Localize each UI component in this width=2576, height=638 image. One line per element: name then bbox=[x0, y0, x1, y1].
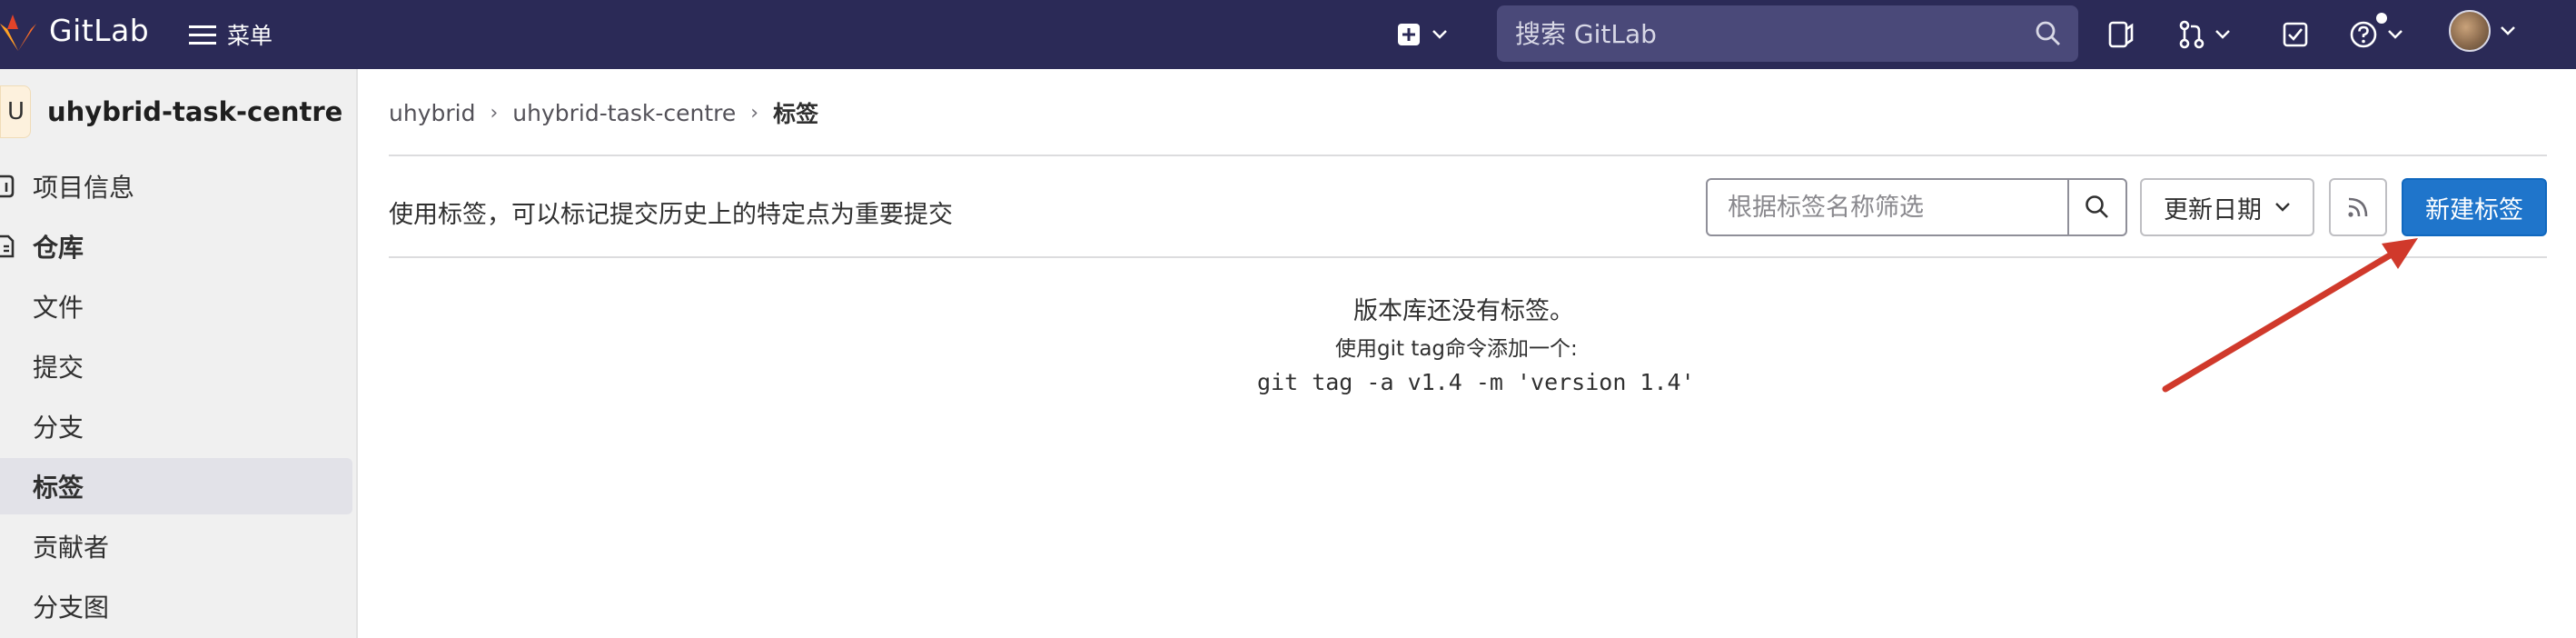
plus-square-icon bbox=[1398, 24, 1420, 45]
chevron-right-icon: › bbox=[490, 101, 499, 125]
annotation-arrow-icon bbox=[2162, 238, 2418, 393]
sort-dropdown[interactable]: 更新日期 bbox=[2140, 178, 2314, 236]
sidebar-item-files[interactable]: 文件 bbox=[0, 278, 352, 334]
info-icon bbox=[0, 174, 15, 198]
repository-icon bbox=[0, 234, 15, 258]
sidebar-item-label: 分支 bbox=[33, 413, 84, 443]
sidebar-item-commits[interactable]: 提交 bbox=[0, 338, 352, 394]
main-menu-button[interactable]: 菜单 bbox=[189, 16, 272, 53]
issues-button[interactable] bbox=[2107, 16, 2135, 53]
user-avatar bbox=[2449, 10, 2491, 52]
notification-dot bbox=[2376, 13, 2387, 24]
sidebar-item-label: 标签 bbox=[33, 473, 84, 503]
help-button[interactable] bbox=[2349, 16, 2403, 53]
user-menu-button[interactable] bbox=[2449, 10, 2516, 52]
rss-icon bbox=[2348, 197, 2368, 217]
main-menu-label: 菜单 bbox=[227, 23, 273, 49]
sidebar-item-label: 项目信息 bbox=[33, 173, 135, 203]
tag-filter-input[interactable] bbox=[1726, 193, 2075, 223]
gitlab-brand[interactable]: GitLab bbox=[49, 13, 149, 48]
divider bbox=[389, 155, 2547, 156]
global-search[interactable] bbox=[1497, 5, 2078, 62]
page-description: 使用标签，可以标记提交历史上的特定点为重要提交 bbox=[389, 201, 953, 229]
sidebar-item-label: 仓库 bbox=[33, 233, 84, 263]
merge-requests-button[interactable] bbox=[2178, 16, 2231, 53]
hamburger-icon bbox=[189, 25, 216, 45]
sidebar-item-label: 文件 bbox=[33, 293, 84, 323]
project-avatar: U bbox=[0, 85, 31, 138]
project-name: uhybrid-task-centre bbox=[47, 96, 343, 127]
sidebar-item-repository[interactable]: 仓库 bbox=[0, 218, 352, 274]
sort-dropdown-label: 更新日期 bbox=[2164, 195, 2262, 224]
breadcrumb: uhybrid › uhybrid-task-centre › 标签 bbox=[389, 96, 818, 129]
merge-request-icon bbox=[2179, 20, 2204, 49]
breadcrumb-link-group[interactable]: uhybrid bbox=[389, 100, 475, 126]
gitlab-logo-icon[interactable] bbox=[0, 11, 36, 56]
sidebar-item-label: 提交 bbox=[33, 353, 84, 383]
chevron-down-icon bbox=[1432, 30, 1447, 39]
empty-state-hint: 使用git tag命令添加一个: bbox=[1335, 337, 1578, 361]
project-sidebar: U uhybrid-task-centre 项目信息 仓库 文件 提交 分支 标… bbox=[0, 69, 358, 638]
empty-state-title: 版本库还没有标签。 bbox=[1353, 297, 1574, 325]
divider bbox=[389, 256, 2547, 258]
todo-checkbox-icon bbox=[2283, 22, 2308, 47]
top-navbar: GitLab 菜单 bbox=[0, 0, 2576, 69]
sidebar-item-label: 贡献者 bbox=[33, 533, 110, 563]
help-question-icon bbox=[2350, 21, 2377, 48]
breadcrumb-link-project[interactable]: uhybrid-task-centre bbox=[512, 100, 736, 126]
breadcrumb-current[interactable]: 标签 bbox=[773, 96, 818, 129]
sidebar-project-link[interactable]: U uhybrid-task-centre bbox=[0, 85, 343, 138]
chevron-right-icon: › bbox=[750, 101, 759, 125]
sidebar-item-contributors[interactable]: 贡献者 bbox=[0, 518, 352, 574]
global-search-input[interactable] bbox=[1513, 17, 2007, 50]
search-icon bbox=[2036, 21, 2060, 45]
sidebar-item-branches[interactable]: 分支 bbox=[0, 398, 352, 454]
sidebar-item-project-info[interactable]: 项目信息 bbox=[0, 158, 352, 214]
search-icon bbox=[2086, 195, 2108, 218]
rss-feed-button[interactable] bbox=[2329, 178, 2387, 236]
chevron-down-icon bbox=[2215, 30, 2230, 39]
todos-button[interactable] bbox=[2282, 16, 2309, 53]
chevron-down-icon bbox=[2501, 26, 2515, 35]
chevron-down-icon bbox=[2388, 30, 2403, 39]
empty-state-command: git tag -a v1.4 -m 'version 1.4' bbox=[1257, 369, 1695, 395]
tag-filter-submit-button[interactable] bbox=[2067, 180, 2125, 234]
sidebar-item-tags[interactable]: 标签 bbox=[0, 458, 352, 514]
create-new-button[interactable] bbox=[1397, 16, 1448, 53]
new-tag-button[interactable]: 新建标签 bbox=[2402, 178, 2547, 236]
sidebar-item-label: 分支图 bbox=[33, 593, 110, 623]
chevron-down-icon bbox=[2275, 203, 2290, 212]
sidebar-item-graph[interactable]: 分支图 bbox=[0, 578, 352, 634]
issues-icon bbox=[2108, 21, 2134, 48]
tag-filter bbox=[1706, 178, 2127, 236]
